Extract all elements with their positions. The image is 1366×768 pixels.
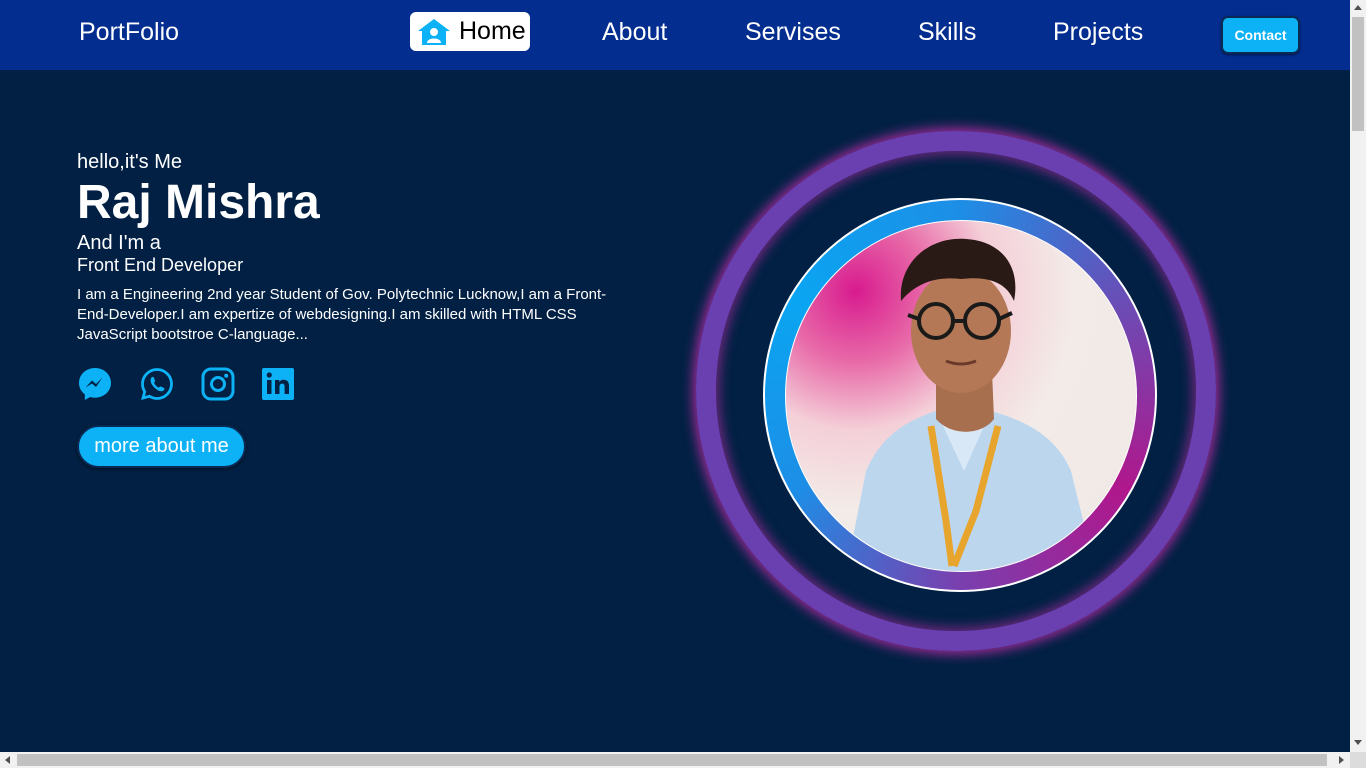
- scroll-right-arrow-icon[interactable]: [1339, 756, 1344, 764]
- profile-photo-illustration: [846, 238, 1096, 571]
- hero-description: I am a Engineering 2nd year Student of G…: [77, 286, 607, 343]
- hero-name: Raj Mishra: [77, 176, 320, 229]
- scroll-left-arrow-icon[interactable]: [5, 756, 10, 764]
- role-text: Front End Developer: [77, 255, 244, 275]
- profile-photo: [785, 220, 1137, 572]
- scroll-down-arrow-icon[interactable]: [1354, 740, 1362, 745]
- linkedin-link[interactable]: [260, 366, 296, 402]
- whatsapp-icon: [141, 368, 173, 400]
- horizontal-scroll-thumb[interactable]: [17, 754, 1327, 766]
- messenger-link[interactable]: [77, 366, 113, 402]
- vertical-scroll-thumb[interactable]: [1352, 17, 1364, 131]
- instagram-link[interactable]: [200, 366, 236, 402]
- linkedin-icon: [262, 368, 294, 400]
- nav-home-label: Home: [459, 17, 526, 45]
- more-about-me-button[interactable]: more about me: [77, 425, 246, 468]
- nav-projects-link[interactable]: Projects: [1053, 17, 1143, 47]
- nav-skills-link[interactable]: Skills: [918, 17, 976, 47]
- whatsapp-link[interactable]: [139, 366, 175, 402]
- contact-button[interactable]: Contact: [1221, 16, 1300, 54]
- nav-about-link[interactable]: About: [602, 17, 667, 47]
- brand-logo[interactable]: PortFolio: [79, 17, 179, 47]
- nav-home-link[interactable]: Home: [410, 12, 530, 51]
- instagram-icon: [201, 367, 235, 401]
- messenger-icon: [79, 368, 111, 400]
- horizontal-scrollbar[interactable]: [0, 752, 1350, 768]
- navbar: PortFolio Home About Servises Skills Pro…: [0, 0, 1350, 70]
- nav-services-link[interactable]: Servises: [745, 17, 841, 47]
- vertical-scrollbar[interactable]: [1350, 0, 1366, 752]
- scroll-up-arrow-icon[interactable]: [1354, 5, 1362, 10]
- scrollbar-corner: [1350, 752, 1366, 768]
- intro-text: And I'm a: [77, 232, 161, 254]
- greeting-text: hello,it's Me: [77, 151, 182, 173]
- home-user-icon: [418, 19, 450, 45]
